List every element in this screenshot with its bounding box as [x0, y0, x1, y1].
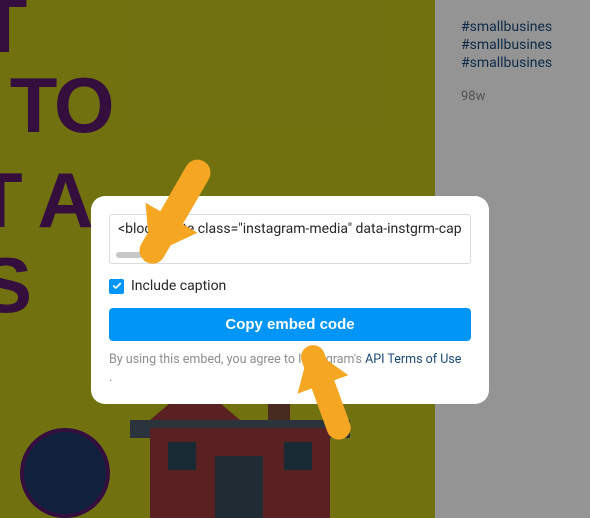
api-terms-link[interactable]: API Terms of Use	[365, 352, 461, 367]
embed-modal: <blockquote class="instagram-media" data…	[91, 196, 489, 404]
copy-embed-button[interactable]: Copy embed code	[109, 308, 471, 341]
legal-text: By using this embed, you agree to Instag…	[109, 351, 471, 386]
horizontal-scrollbar-thumb[interactable]	[116, 252, 142, 258]
embed-code-text: <blockquote class="instagram-media" data…	[118, 221, 462, 237]
include-caption-row[interactable]: Include caption	[109, 278, 471, 294]
include-caption-checkbox[interactable]	[109, 279, 124, 294]
include-caption-label: Include caption	[131, 278, 226, 294]
check-icon	[112, 281, 122, 291]
embed-code-textarea[interactable]: <blockquote class="instagram-media" data…	[109, 214, 471, 264]
